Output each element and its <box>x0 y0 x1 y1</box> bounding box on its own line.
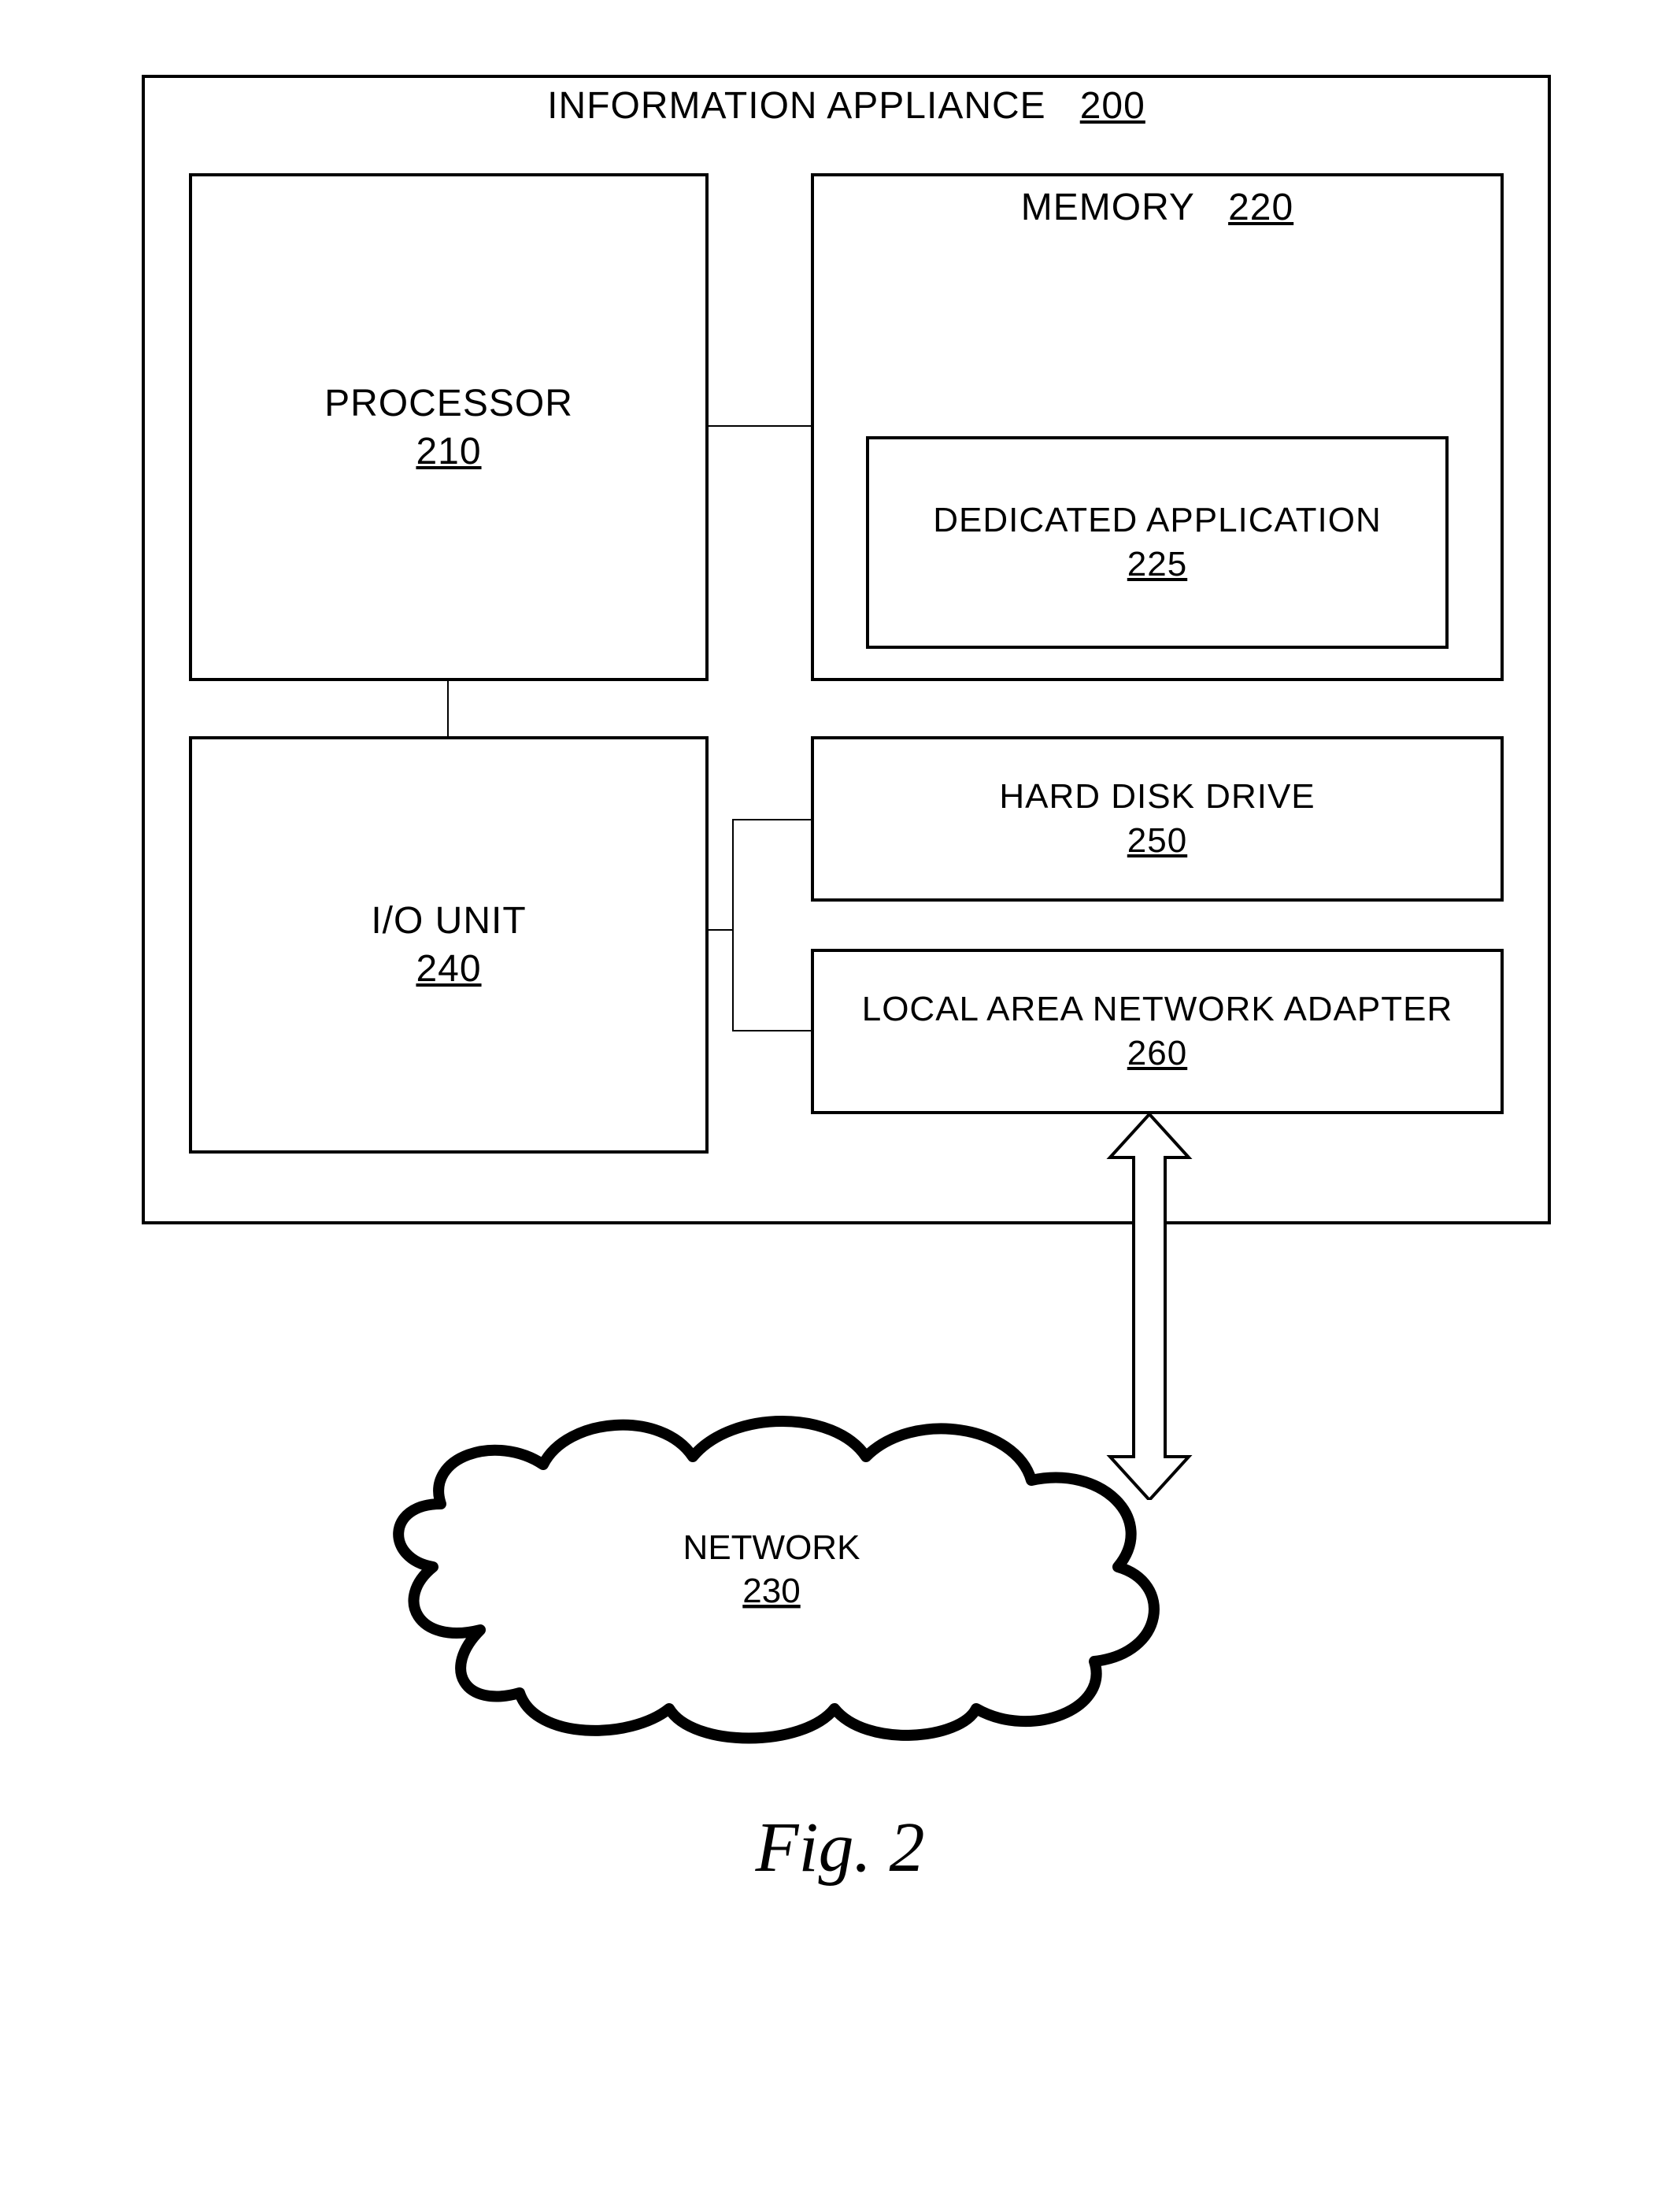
hdd-box: HARD DISK DRIVE 250 <box>811 736 1504 902</box>
container-label: INFORMATION APPLIANCE <box>547 85 1046 127</box>
lan-ref: 260 <box>1127 1034 1187 1073</box>
memory-title: MEMORY 220 <box>814 186 1501 229</box>
memory-label: MEMORY <box>1021 187 1194 228</box>
connector-bus-hdd <box>732 819 811 820</box>
connector-bus-lan <box>732 1030 811 1031</box>
lan-adapter-box: LOCAL AREA NETWORK ADAPTER 260 <box>811 949 1504 1114</box>
dedicated-application-box: DEDICATED APPLICATION 225 <box>866 436 1449 649</box>
processor-label: PROCESSOR <box>324 382 573 425</box>
io-ref: 240 <box>416 947 481 991</box>
container-title: INFORMATION APPLIANCE 200 <box>145 84 1548 128</box>
io-label: I/O UNIT <box>371 899 526 943</box>
processor-box: PROCESSOR 210 <box>189 173 709 681</box>
connector-io-bus <box>732 819 734 1031</box>
hdd-label: HARD DISK DRIVE <box>999 777 1315 817</box>
processor-ref: 210 <box>416 430 481 473</box>
app-label: DEDICATED APPLICATION <box>933 501 1381 540</box>
io-unit-box: I/O UNIT 240 <box>189 736 709 1154</box>
hdd-ref: 250 <box>1127 821 1187 861</box>
app-ref: 225 <box>1127 545 1187 584</box>
network-ref: 230 <box>742 1572 800 1610</box>
connector-proc-mem <box>709 425 811 427</box>
figure-caption: Fig. 2 <box>0 1807 1680 1888</box>
lan-label: LOCAL AREA NETWORK ADAPTER <box>862 990 1453 1029</box>
connector-io-stub <box>709 929 732 931</box>
patent-figure-page: INFORMATION APPLIANCE 200 PROCESSOR 210 … <box>0 0 1680 2211</box>
container-ref: 200 <box>1080 85 1145 127</box>
network-label: NETWORK <box>683 1528 860 1567</box>
connector-proc-io <box>447 681 449 736</box>
memory-ref: 220 <box>1228 187 1293 228</box>
network-cloud-icon: NETWORK 230 <box>346 1394 1197 1748</box>
